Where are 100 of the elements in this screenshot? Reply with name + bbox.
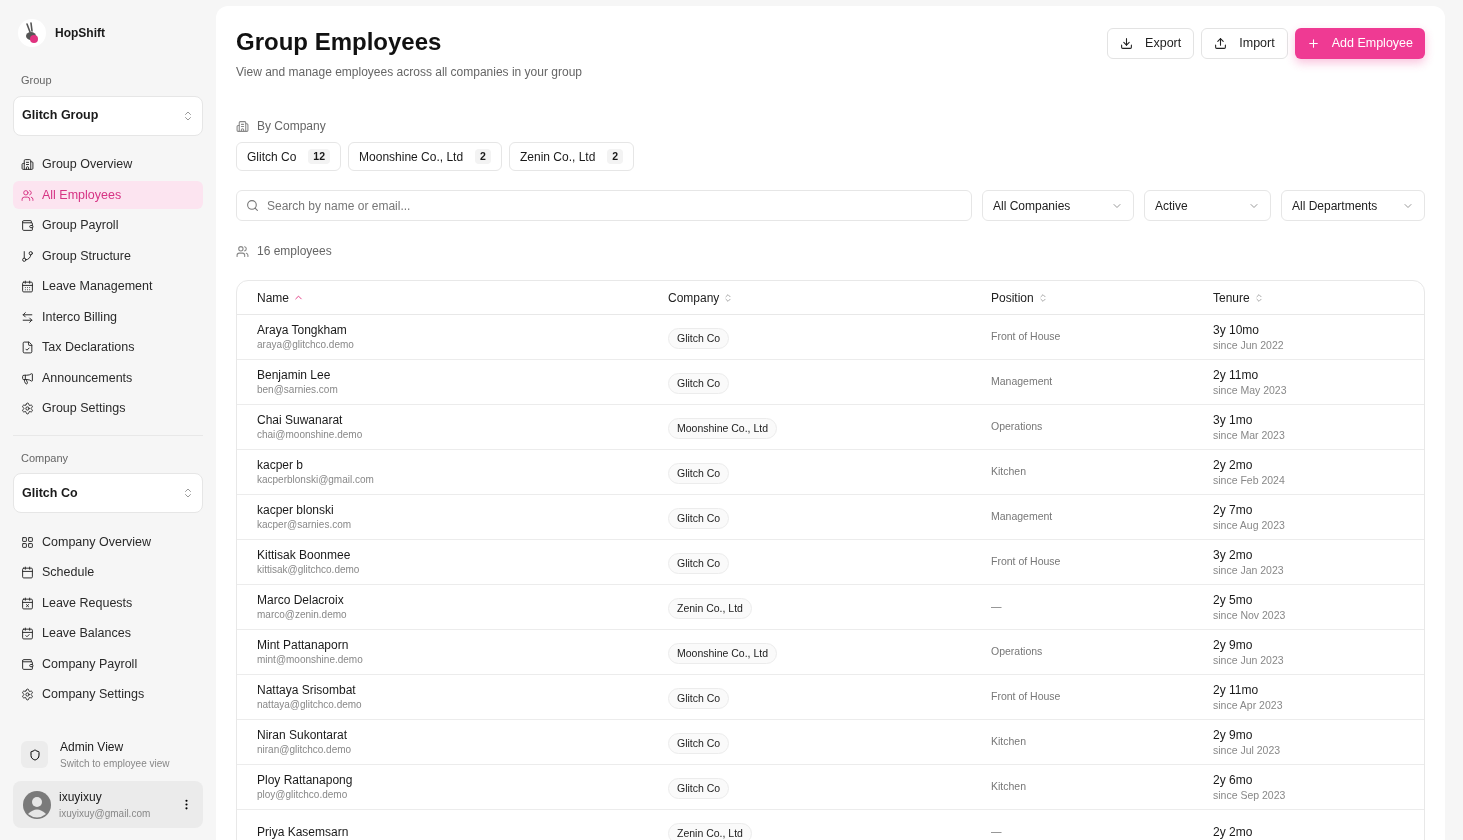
filter-dropdown[interactable]: All Departments bbox=[1281, 190, 1425, 221]
view-title: Admin View bbox=[60, 739, 125, 756]
upload-icon bbox=[1214, 37, 1228, 50]
company-tag: Glitch Co bbox=[668, 327, 730, 350]
grid-icon bbox=[21, 535, 34, 549]
nav-item[interactable]: Group Structure bbox=[13, 242, 203, 270]
nav-item[interactable]: Company Overview bbox=[13, 528, 203, 556]
employee-name: Priya Kasemsarn bbox=[257, 824, 350, 840]
company-tag: Moonshine Co., Ltd bbox=[668, 417, 778, 440]
since-date: since Jun 2022 bbox=[1213, 337, 1285, 352]
position-text: Management bbox=[991, 509, 1054, 525]
chip-label: Zenin Co., Ltd bbox=[519, 148, 596, 166]
add-employee-button[interactable]: Add Employee bbox=[1294, 28, 1425, 59]
company-tag: Glitch Co bbox=[668, 687, 730, 710]
since-date: since Jan 2023 bbox=[1213, 562, 1285, 577]
nav-item[interactable]: Leave Management bbox=[13, 272, 203, 301]
by-company-label: By Company bbox=[257, 118, 326, 135]
since-date: since Jul 2023 bbox=[1213, 742, 1282, 757]
employee-email: ben@sarnies.com bbox=[257, 382, 339, 397]
search-field[interactable]: Search by name or email... bbox=[236, 190, 972, 221]
calendar-icon bbox=[21, 280, 34, 293]
employee-name: Ploy Rattanapong bbox=[257, 772, 354, 788]
since-date: since Sep 2023 bbox=[1213, 787, 1287, 802]
nav-item[interactable]: Leave Requests bbox=[13, 589, 203, 617]
import-button[interactable]: Import bbox=[1201, 28, 1288, 59]
page-title: Group Employees bbox=[236, 28, 443, 56]
employee-name: kacper b bbox=[257, 457, 305, 473]
since-date: since Nov 2023 bbox=[1213, 607, 1287, 622]
employee-name: Chai Suwanarat bbox=[257, 412, 344, 428]
chip-label: Moonshine Co., Ltd bbox=[359, 148, 464, 166]
nav-item[interactable]: Leave Balances bbox=[13, 619, 203, 648]
employee-name: Niran Sukontarat bbox=[257, 727, 349, 743]
column-header[interactable]: Name bbox=[257, 288, 289, 307]
branch-icon bbox=[21, 249, 34, 263]
employee-name: Marco Delacroix bbox=[257, 592, 345, 608]
tenure-text: 2y 9mo bbox=[1213, 637, 1254, 653]
company-tag: Glitch Co bbox=[668, 552, 730, 575]
shield-icon bbox=[21, 741, 48, 768]
employee-name: kacper blonski bbox=[257, 502, 335, 518]
user-name: ixuyixuy bbox=[59, 789, 103, 806]
company-chip[interactable]: Moonshine Co., Ltd 2 bbox=[348, 142, 502, 171]
position-text: Front of House bbox=[991, 554, 1062, 570]
avatar-icon bbox=[23, 790, 51, 819]
nav-item[interactable]: All Employees bbox=[13, 181, 203, 209]
company-chip[interactable]: Glitch Co 12 bbox=[236, 142, 342, 171]
position-text: Operations bbox=[991, 644, 1044, 660]
employee-email: kacper@sarnies.com bbox=[257, 517, 353, 532]
nav-item[interactable]: Announcements bbox=[13, 364, 203, 392]
column-header[interactable]: Tenure bbox=[1213, 288, 1250, 307]
position-text: — bbox=[991, 824, 1003, 840]
since-date: since May 2023 bbox=[1213, 382, 1288, 397]
employee-name: Benjamin Lee bbox=[257, 367, 332, 383]
nav-item[interactable]: Company Payroll bbox=[13, 650, 203, 678]
column-header[interactable]: Position bbox=[991, 288, 1034, 307]
employee-email: kacperblonski@gmail.com bbox=[257, 472, 375, 487]
nav-item[interactable]: Interco Billing bbox=[13, 303, 203, 331]
select-field[interactable]: Glitch Co bbox=[13, 473, 203, 513]
nav-item[interactable]: Schedule bbox=[13, 558, 203, 587]
employee-email: nattaya@glitchco.demo bbox=[257, 697, 363, 712]
column-header[interactable]: Company bbox=[668, 288, 720, 307]
employee-name: Mint Pattanaporn bbox=[257, 637, 350, 653]
user-email: ixuyixuy@gmail.com bbox=[59, 807, 152, 821]
megaphone-icon bbox=[21, 371, 34, 385]
chip-count: 12 bbox=[308, 148, 331, 165]
user-card[interactable]: ixuyixuy ixuyixuy@gmail.com bbox=[13, 781, 203, 828]
nav-item[interactable]: Group Overview bbox=[13, 150, 203, 179]
employee-email: kittisak@glitchco.demo bbox=[257, 562, 361, 577]
wallet-icon bbox=[21, 219, 34, 232]
select-field[interactable]: Glitch Group bbox=[13, 95, 203, 136]
arrows-icon bbox=[21, 310, 34, 324]
building-icon bbox=[236, 119, 249, 133]
position-text: Front of House bbox=[991, 689, 1062, 705]
tenure-text: 3y 10mo bbox=[1213, 322, 1261, 338]
nav-item[interactable]: Group Settings bbox=[13, 394, 203, 423]
tenure-text: 2y 11mo bbox=[1213, 367, 1260, 383]
employee-count: 16 employees bbox=[257, 243, 332, 260]
company-tag: Zenin Co., Ltd bbox=[668, 822, 752, 840]
tenure-text: 2y 5mo bbox=[1213, 592, 1254, 608]
nav-item[interactable]: Company Settings bbox=[13, 680, 203, 709]
plus-icon bbox=[1306, 37, 1320, 50]
employee-email: araya@glitchco.demo bbox=[257, 337, 355, 352]
employee-email: chai@moonshine.demo bbox=[257, 427, 364, 442]
company-chip[interactable]: Zenin Co., Ltd 2 bbox=[508, 142, 635, 171]
nav-item[interactable]: Group Payroll bbox=[13, 211, 203, 240]
export-button[interactable]: Export bbox=[1107, 28, 1195, 59]
company-tag: Glitch Co bbox=[668, 732, 730, 755]
tenure-text: 2y 2mo bbox=[1213, 824, 1254, 840]
building-icon bbox=[21, 158, 34, 171]
filter-dropdown[interactable]: Active bbox=[1144, 190, 1271, 221]
settings-icon bbox=[21, 688, 34, 701]
chevrons-icon bbox=[182, 109, 194, 122]
search-icon bbox=[246, 199, 259, 212]
tenure-text: 2y 9mo bbox=[1213, 727, 1254, 743]
company-tag: Glitch Co bbox=[668, 372, 730, 395]
since-date: since Apr 2023 bbox=[1213, 697, 1284, 712]
company-tag: Glitch Co bbox=[668, 777, 730, 800]
nav-item[interactable]: Tax Declarations bbox=[13, 333, 203, 362]
view-subtitle: Switch to employee view bbox=[60, 757, 170, 771]
calendar-x-icon bbox=[21, 596, 34, 610]
filter-dropdown[interactable]: All Companies bbox=[982, 190, 1134, 221]
